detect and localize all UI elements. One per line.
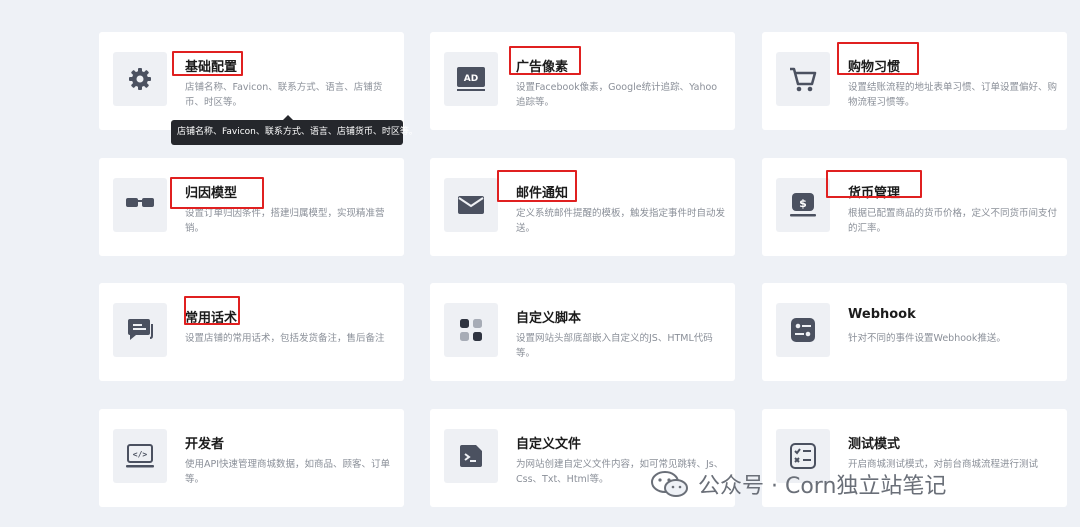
glasses-icon bbox=[113, 178, 167, 232]
card-description: 店铺名称、Favicon、联系方式、语言、店铺货币、时区等。 bbox=[185, 82, 383, 108]
card-description: 定义系统邮件提醒的模板，触发指定事件时自动发送。 bbox=[516, 208, 726, 234]
card-description: 设置Facebook像素，Google统计追踪、Yahoo追踪等。 bbox=[516, 82, 718, 108]
card-description: 设置订单归因条件，搭建归属模型，实现精准营销。 bbox=[185, 208, 385, 234]
wechat-logo-icon bbox=[651, 471, 688, 497]
currency-icon: $ bbox=[776, 178, 830, 232]
svg-text:$: $ bbox=[799, 197, 807, 210]
card-title: 自定义脚本 bbox=[516, 311, 582, 326]
cart-icon bbox=[776, 52, 830, 106]
card-description: 设置网站头部底部嵌入自定义的JS、HTML代码等。 bbox=[516, 333, 713, 359]
card-title: 广告像素 bbox=[516, 60, 569, 75]
description-tooltip: 店铺名称、Favicon、联系方式、语言、店铺货币、时区等。 bbox=[171, 115, 418, 145]
gear-icon bbox=[113, 52, 167, 106]
card-title: 自定义文件 bbox=[516, 437, 582, 452]
code-icon: </> bbox=[113, 429, 167, 483]
card-description: 根据已配置商品的货币价格，定义不同货币间支付的汇率。 bbox=[848, 208, 1058, 234]
apps-icon bbox=[444, 303, 498, 357]
card-description: 设置店铺的常用话术，包括发货备注，售后备注 bbox=[185, 333, 385, 344]
settings-card-currency-management[interactable]: $ 货币管理 根据已配置商品的货币价格，定义不同货币间支付的汇率。 bbox=[762, 158, 1067, 256]
svg-text:AD: AD bbox=[464, 74, 478, 84]
card-title: Webhook bbox=[848, 307, 916, 322]
ad-icon: AD bbox=[444, 52, 498, 106]
settings-card-email-notification[interactable]: 邮件通知 定义系统邮件提醒的模板，触发指定事件时自动发送。 bbox=[430, 158, 735, 256]
settings-card-basic-config[interactable]: 基础配置 店铺名称、Favicon、联系方式、语言、店铺货币、时区等。 bbox=[99, 32, 404, 130]
settings-card-custom-script[interactable]: 自定义脚本 设置网站头部底部嵌入自定义的JS、HTML代码等。 bbox=[430, 283, 735, 381]
mail-icon bbox=[444, 178, 498, 232]
card-title: 开发者 bbox=[185, 437, 225, 452]
svg-text:</>: </> bbox=[133, 450, 148, 459]
card-description: 针对不同的事件设置Webhook推送。 bbox=[848, 333, 1006, 344]
card-title: 购物习惯 bbox=[848, 60, 901, 75]
chat-icon bbox=[113, 303, 167, 357]
card-title: 货币管理 bbox=[848, 186, 901, 201]
card-title: 归因模型 bbox=[185, 186, 238, 201]
watermark-text: 公众号 · Corn独立站笔记 bbox=[698, 474, 947, 499]
card-description: 使用API快速管理商城数据，如商品、顾客、订单等。 bbox=[185, 459, 391, 485]
card-title: 基础配置 bbox=[185, 60, 238, 75]
settings-card-ad-pixel[interactable]: AD 广告像素 设置Facebook像素，Google统计追踪、Yahoo追踪等… bbox=[430, 32, 735, 130]
settings-card-developer[interactable]: </> 开发者 使用API快速管理商城数据，如商品、顾客、订单等。 bbox=[99, 409, 404, 507]
settings-card-shopping-habits[interactable]: 购物习惯 设置结账流程的地址表单习惯、订单设置偏好、购物流程习惯等。 bbox=[762, 32, 1067, 130]
card-title: 测试模式 bbox=[848, 437, 901, 452]
terminal-icon bbox=[444, 429, 498, 483]
settings-card-webhook[interactable]: Webhook 针对不同的事件设置Webhook推送。 bbox=[762, 283, 1067, 381]
wechat-watermark: 公众号 · Corn独立站笔记 bbox=[650, 466, 946, 502]
card-description: 设置结账流程的地址表单习惯、订单设置偏好、购物流程习惯等。 bbox=[848, 82, 1058, 108]
sliders-icon bbox=[776, 303, 830, 357]
settings-card-common-phrases[interactable]: 常用话术 设置店铺的常用话术，包括发货备注，售后备注 bbox=[99, 283, 404, 381]
card-title: 邮件通知 bbox=[516, 186, 569, 201]
settings-card-attribution-model[interactable]: 归因模型 设置订单归因条件，搭建归属模型，实现精准营销。 bbox=[99, 158, 404, 256]
card-title: 常用话术 bbox=[185, 311, 238, 326]
